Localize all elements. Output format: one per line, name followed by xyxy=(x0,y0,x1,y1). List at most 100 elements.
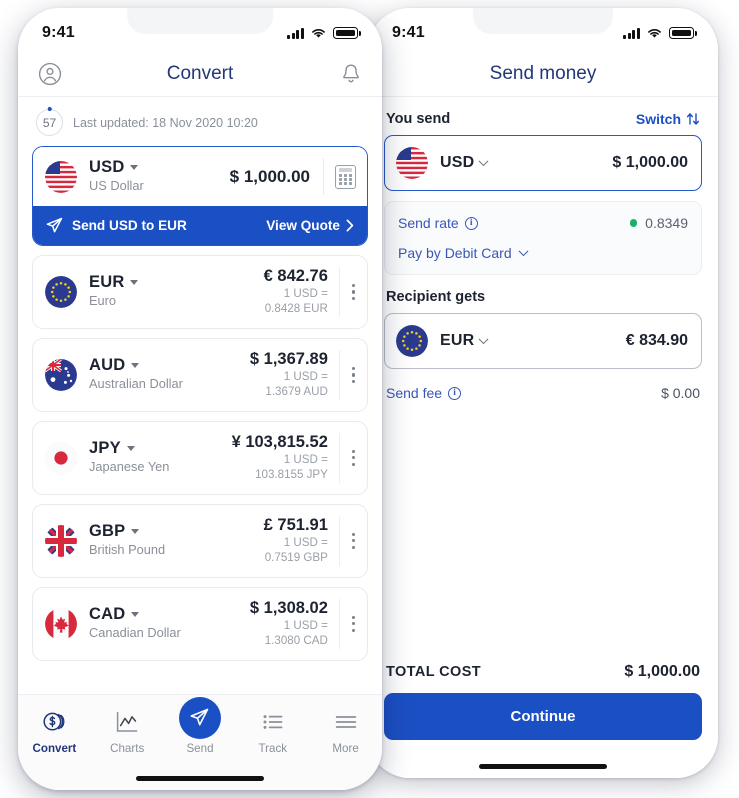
bell-icon[interactable] xyxy=(340,62,362,86)
send-rate-row: Send rate i 0.8349 xyxy=(398,215,688,231)
rate-line-2: 1.3080 CAD xyxy=(264,634,328,648)
base-currency-row[interactable]: USD US Dollar $ 1,000.00 xyxy=(33,147,367,206)
view-quote-action[interactable]: View Quote xyxy=(266,218,354,233)
status-icons xyxy=(623,27,697,39)
row-menu-button[interactable] xyxy=(338,267,367,317)
line-chart-icon xyxy=(114,708,140,735)
send-rate-value: 0.8349 xyxy=(645,215,688,231)
chevron-down-icon xyxy=(130,165,139,170)
flag-gb-icon xyxy=(45,524,77,557)
currency-row-cad[interactable]: CAD Canadian Dollar $ 1,308.02 1 USD = 1… xyxy=(32,586,368,661)
total-cost-value: $ 1,000.00 xyxy=(624,663,700,680)
converted-amount: $ 1,367.89 xyxy=(249,349,328,368)
status-bar-right: 9:41 xyxy=(368,8,718,52)
rate-values: $ 1,308.02 1 USD = 1.3080 CAD xyxy=(250,599,339,649)
send-fee-label: Send fee xyxy=(386,385,443,401)
tab-send[interactable]: Send xyxy=(164,696,237,755)
rate-row: JPY Japanese Yen ¥ 103,815.52 1 USD = 10… xyxy=(33,422,367,494)
currency-name: Euro xyxy=(89,293,117,309)
refresh-countdown-badge[interactable]: 57 xyxy=(36,109,63,136)
tab-label: More xyxy=(332,742,359,755)
switch-label: Switch xyxy=(635,111,681,127)
currency-info: GBP British Pound xyxy=(89,522,264,559)
cellular-bars-icon xyxy=(623,27,640,39)
send-rate-value-group: 0.8349 xyxy=(629,215,688,231)
row-menu-button[interactable] xyxy=(338,515,367,566)
last-updated-text: Last updated: 18 Nov 2020 10:20 xyxy=(73,115,258,130)
wifi-icon xyxy=(648,29,661,38)
send-fee-row: Send fee i $ 0.00 xyxy=(384,369,702,401)
screenshot-stage: 9:41 Send money You send Switch USD $ 1,… xyxy=(0,0,739,798)
you-send-amount[interactable]: $ 1,000.00 xyxy=(612,154,688,172)
row-menu-button[interactable] xyxy=(338,598,367,649)
convert-body: 57 Last updated: 18 Nov 2020 10:20 USD U… xyxy=(18,97,382,661)
base-currency-amount[interactable]: $ 1,000.00 xyxy=(230,167,323,187)
currency-name: Australian Dollar xyxy=(89,376,183,392)
currency-name: Canadian Dollar xyxy=(89,625,181,641)
rate-line-1: 1 USD = xyxy=(283,618,328,632)
tab-convert[interactable]: Convert xyxy=(18,708,91,755)
send-fee-label-group: Send fee i xyxy=(386,385,462,401)
total-footer: TOTAL COST $ 1,000.00 Continue xyxy=(368,653,718,778)
currency-info: AUD Australian Dollar xyxy=(89,356,250,393)
base-currency-info: USD US Dollar xyxy=(89,158,230,195)
converted-amount: £ 751.91 xyxy=(263,515,328,534)
phone-send-money: 9:41 Send money You send Switch USD $ 1,… xyxy=(368,8,718,778)
send-banner-left: Send USD to EUR xyxy=(46,217,187,234)
total-cost-row: TOTAL COST $ 1,000.00 xyxy=(384,653,702,693)
row-menu-button[interactable] xyxy=(338,349,367,400)
send-money-body: You send Switch USD $ 1,000.00 Send rate… xyxy=(368,97,718,401)
info-icon[interactable]: i xyxy=(464,216,478,230)
you-send-currency: USD xyxy=(440,154,489,172)
home-indicator xyxy=(136,776,264,781)
page-title-send-money: Send money xyxy=(489,63,597,84)
battery-icon xyxy=(333,27,361,39)
converted-amount: ¥ 103,815.52 xyxy=(231,432,328,451)
currency-row-eur[interactable]: EUR Euro € 842.76 1 USD = 0.8428 EUR xyxy=(32,255,368,329)
calculator-button[interactable] xyxy=(323,158,367,195)
you-send-field[interactable]: USD $ 1,000.00 xyxy=(384,135,702,191)
rate-values: £ 751.91 1 USD = 0.7519 GBP xyxy=(264,516,339,566)
tab-more[interactable]: More xyxy=(309,708,382,755)
rate-line-2: 0.7519 GBP xyxy=(264,551,328,565)
continue-button[interactable]: Continue xyxy=(384,693,702,740)
rate-line-2: 0.8428 EUR xyxy=(264,302,328,316)
currency-name: British Pound xyxy=(89,542,166,558)
base-currency-name: US Dollar xyxy=(89,178,144,193)
rate-values: € 842.76 1 USD = 0.8428 EUR xyxy=(264,267,339,317)
rate-row: CAD Canadian Dollar $ 1,308.02 1 USD = 1… xyxy=(33,588,367,660)
info-icon[interactable]: i xyxy=(448,386,462,400)
currency-row-gbp[interactable]: GBP British Pound £ 751.91 1 USD = 0.751… xyxy=(32,503,368,578)
currency-row-aud[interactable]: AUD Australian Dollar $ 1,367.89 1 USD =… xyxy=(32,337,368,412)
send-fee-value: $ 0.00 xyxy=(661,385,700,401)
recipient-gets-field[interactable]: EUR € 834.90 xyxy=(384,313,702,369)
last-updated-row: 57 Last updated: 18 Nov 2020 10:20 xyxy=(32,97,368,146)
view-quote-label: View Quote xyxy=(266,218,340,233)
currency-info: EUR Euro xyxy=(89,273,264,310)
send-quote-banner[interactable]: Send USD to EUR View Quote xyxy=(33,206,367,245)
tab-label: Send xyxy=(186,742,214,755)
battery-icon xyxy=(669,27,697,39)
profile-icon[interactable] xyxy=(38,62,62,86)
rate-values: $ 1,367.89 1 USD = 1.3679 AUD xyxy=(250,350,339,400)
row-menu-button[interactable] xyxy=(338,432,367,483)
recipient-amount[interactable]: € 834.90 xyxy=(626,332,688,350)
chevron-down-icon xyxy=(131,612,140,618)
chevron-down-icon xyxy=(478,333,489,344)
tab-charts[interactable]: Charts xyxy=(91,708,164,755)
currency-row-jpy[interactable]: JPY Japanese Yen ¥ 103,815.52 1 USD = 10… xyxy=(32,420,368,495)
wifi-icon xyxy=(312,29,325,38)
flag-eu-icon xyxy=(45,275,77,308)
green-status-dot-icon xyxy=(629,219,638,227)
rate-info-card: Send rate i 0.8349 Pay by Debit Card xyxy=(384,201,702,275)
status-time: 9:41 xyxy=(42,24,75,41)
switch-arrows-icon xyxy=(686,113,700,125)
switch-button[interactable]: Switch xyxy=(636,111,700,127)
flag-eu-icon xyxy=(396,325,428,357)
total-cost-label: TOTAL COST xyxy=(386,664,482,680)
status-icons xyxy=(287,27,361,39)
payment-method-selector[interactable]: Pay by Debit Card xyxy=(398,245,688,261)
converted-amount: $ 1,308.02 xyxy=(249,598,328,617)
tab-track[interactable]: Track xyxy=(236,708,309,755)
send-money-screen: 9:41 Send money You send Switch USD $ 1,… xyxy=(368,8,718,778)
